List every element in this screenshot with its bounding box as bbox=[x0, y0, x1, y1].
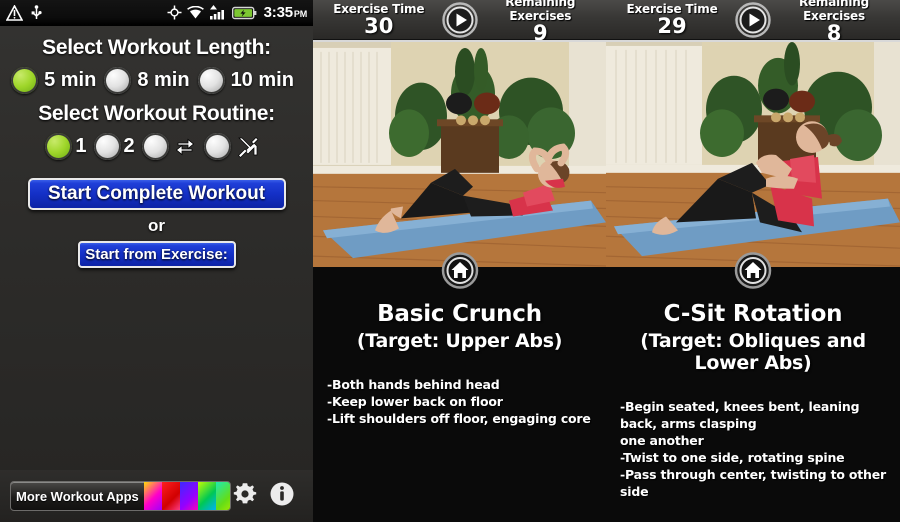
workout-length-header: Select Workout Length: bbox=[42, 36, 271, 59]
exercise-target-1: (Target: Upper Abs) bbox=[356, 330, 563, 352]
start-actions: Start Complete Workout or Start from Exe… bbox=[0, 178, 313, 268]
bottom-bar-icons bbox=[231, 480, 303, 513]
app-thumb-1[interactable] bbox=[143, 482, 162, 510]
home-icon[interactable] bbox=[734, 252, 772, 294]
exercise-video-c-sit-rotation[interactable] bbox=[606, 40, 900, 267]
exercise-header-2: Exercise Time 29 Remaining Exercises 8 bbox=[606, 0, 900, 44]
app-screen: 3:35PM Select Workout Length: 5 min 8 mi… bbox=[0, 0, 900, 522]
app-thumb-2[interactable] bbox=[161, 482, 180, 510]
length-label-5min: 5 min bbox=[44, 69, 97, 91]
clock-ampm: PM bbox=[293, 9, 307, 19]
exercise-notes-1: -Both hands behind head -Keep lower back… bbox=[321, 376, 598, 427]
exercise-note: -Twist to one side, rotating spine bbox=[620, 450, 845, 465]
radio-button-8min[interactable] bbox=[104, 67, 132, 94]
exercise-note: -Lift shoulders off floor, engaging core bbox=[327, 411, 591, 426]
home-icon[interactable] bbox=[441, 252, 478, 294]
app-thumb-5[interactable] bbox=[215, 482, 230, 510]
radio-button-routine-custom[interactable] bbox=[203, 133, 231, 160]
remaining-exercises-label-1: Remaining Exercises bbox=[505, 0, 576, 23]
play-icon[interactable] bbox=[734, 1, 772, 38]
alert-triangle-icon bbox=[6, 4, 23, 21]
exercise-time-stat-1: Exercise Time 30 bbox=[317, 2, 441, 37]
length-label-10min: 10 min bbox=[230, 69, 294, 91]
app-thumbnail-strip[interactable] bbox=[143, 482, 230, 510]
setup-form: Select Workout Length: 5 min 8 min 10 mi… bbox=[0, 26, 313, 522]
signal-icon bbox=[209, 5, 227, 20]
exercise-video-basic-crunch[interactable] bbox=[313, 40, 606, 267]
exercise-header-1: Exercise Time 30 Remaining Exercises 9 bbox=[313, 0, 606, 44]
app-thumb-3[interactable] bbox=[179, 482, 198, 510]
remaining-exercises-stat-2: Remaining Exercises 8 bbox=[772, 0, 896, 44]
routine-label-2: 2 bbox=[123, 135, 135, 157]
clock-time: 3:35 bbox=[263, 4, 293, 21]
exercise-time-stat-2: Exercise Time 29 bbox=[610, 2, 734, 37]
tools-icon bbox=[236, 135, 260, 158]
length-option-5min[interactable]: 5 min bbox=[11, 67, 104, 94]
exercise-target-2: (Target: Obliques and Lower Abs) bbox=[640, 330, 866, 374]
length-option-10min[interactable]: 10 min bbox=[197, 67, 302, 94]
length-option-8min[interactable]: 8 min bbox=[104, 67, 197, 94]
battery-icon bbox=[231, 6, 257, 20]
status-bar-clock: 3:35PM bbox=[263, 4, 308, 21]
wifi-icon bbox=[186, 5, 204, 20]
workout-routine-header: Select Workout Routine: bbox=[38, 102, 275, 125]
exercise-title-1: Basic Crunch bbox=[377, 301, 542, 327]
exercise-time-value-1: 30 bbox=[364, 14, 394, 38]
exercise-note: one another bbox=[620, 433, 704, 448]
routine-option-2[interactable]: 2 bbox=[93, 133, 142, 160]
exercise-info-2: C-Sit Rotation (Target: Obliques and Low… bbox=[606, 267, 900, 500]
status-bar-right-icons: 3:35PM bbox=[167, 4, 307, 21]
gear-icon[interactable] bbox=[231, 480, 259, 513]
exercise-note: -Begin seated, knees bent, leaning back,… bbox=[620, 399, 860, 431]
length-label-8min: 8 min bbox=[137, 69, 190, 91]
exercise-title-2: C-Sit Rotation bbox=[663, 301, 843, 327]
exercise-note: -Both hands behind head bbox=[327, 377, 500, 392]
gps-icon bbox=[167, 5, 182, 20]
or-divider-label: or bbox=[148, 216, 165, 235]
start-from-exercise-button[interactable]: Start from Exercise: bbox=[77, 241, 236, 268]
exercise-time-value-2: 29 bbox=[657, 14, 687, 38]
info-icon[interactable] bbox=[269, 481, 295, 512]
radio-button-5min[interactable] bbox=[11, 67, 39, 94]
routine-label-1: 1 bbox=[75, 135, 87, 157]
more-workout-apps-button[interactable]: More Workout Apps bbox=[10, 481, 231, 511]
radio-button-routine-2[interactable] bbox=[93, 133, 121, 160]
remaining-exercises-label-2: Remaining Exercises bbox=[798, 0, 870, 23]
exercise-note: -Pass through center, twisting to other … bbox=[620, 467, 886, 499]
more-workout-apps-label: More Workout Apps bbox=[16, 488, 139, 504]
play-icon[interactable] bbox=[441, 1, 479, 38]
exercise-note: -Keep lower back on floor bbox=[327, 394, 503, 409]
start-complete-workout-button[interactable]: Start Complete Workout bbox=[27, 178, 286, 210]
exercise-notes-2: -Begin seated, knees bent, leaning back,… bbox=[614, 398, 892, 500]
exercise-panel-basic-crunch: Exercise Time 30 Remaining Exercises 9 B… bbox=[313, 0, 606, 522]
usb-icon bbox=[30, 4, 43, 21]
radio-button-10min[interactable] bbox=[197, 67, 225, 94]
workout-length-radio-group: 5 min 8 min 10 min bbox=[0, 67, 313, 94]
routine-option-custom[interactable] bbox=[203, 133, 268, 160]
status-bar-left-icons bbox=[6, 4, 43, 21]
shuffle-repeat-icon bbox=[174, 136, 196, 158]
app-bottom-bar: More Workout Apps bbox=[0, 470, 313, 522]
remaining-exercises-stat-1: Remaining Exercises 9 bbox=[479, 0, 603, 44]
routine-option-1[interactable]: 1 bbox=[45, 133, 93, 160]
workout-setup-panel: 3:35PM Select Workout Length: 5 min 8 mi… bbox=[0, 0, 313, 522]
radio-button-routine-1[interactable] bbox=[45, 133, 73, 160]
routine-option-shuffle[interactable] bbox=[141, 133, 204, 160]
app-thumb-4[interactable] bbox=[197, 482, 216, 510]
exercise-panel-c-sit-rotation: Exercise Time 29 Remaining Exercises 8 C… bbox=[606, 0, 900, 522]
android-status-bar: 3:35PM bbox=[0, 0, 313, 26]
radio-button-routine-shuffle[interactable] bbox=[141, 133, 169, 160]
workout-routine-radio-group: 1 2 bbox=[0, 133, 313, 160]
